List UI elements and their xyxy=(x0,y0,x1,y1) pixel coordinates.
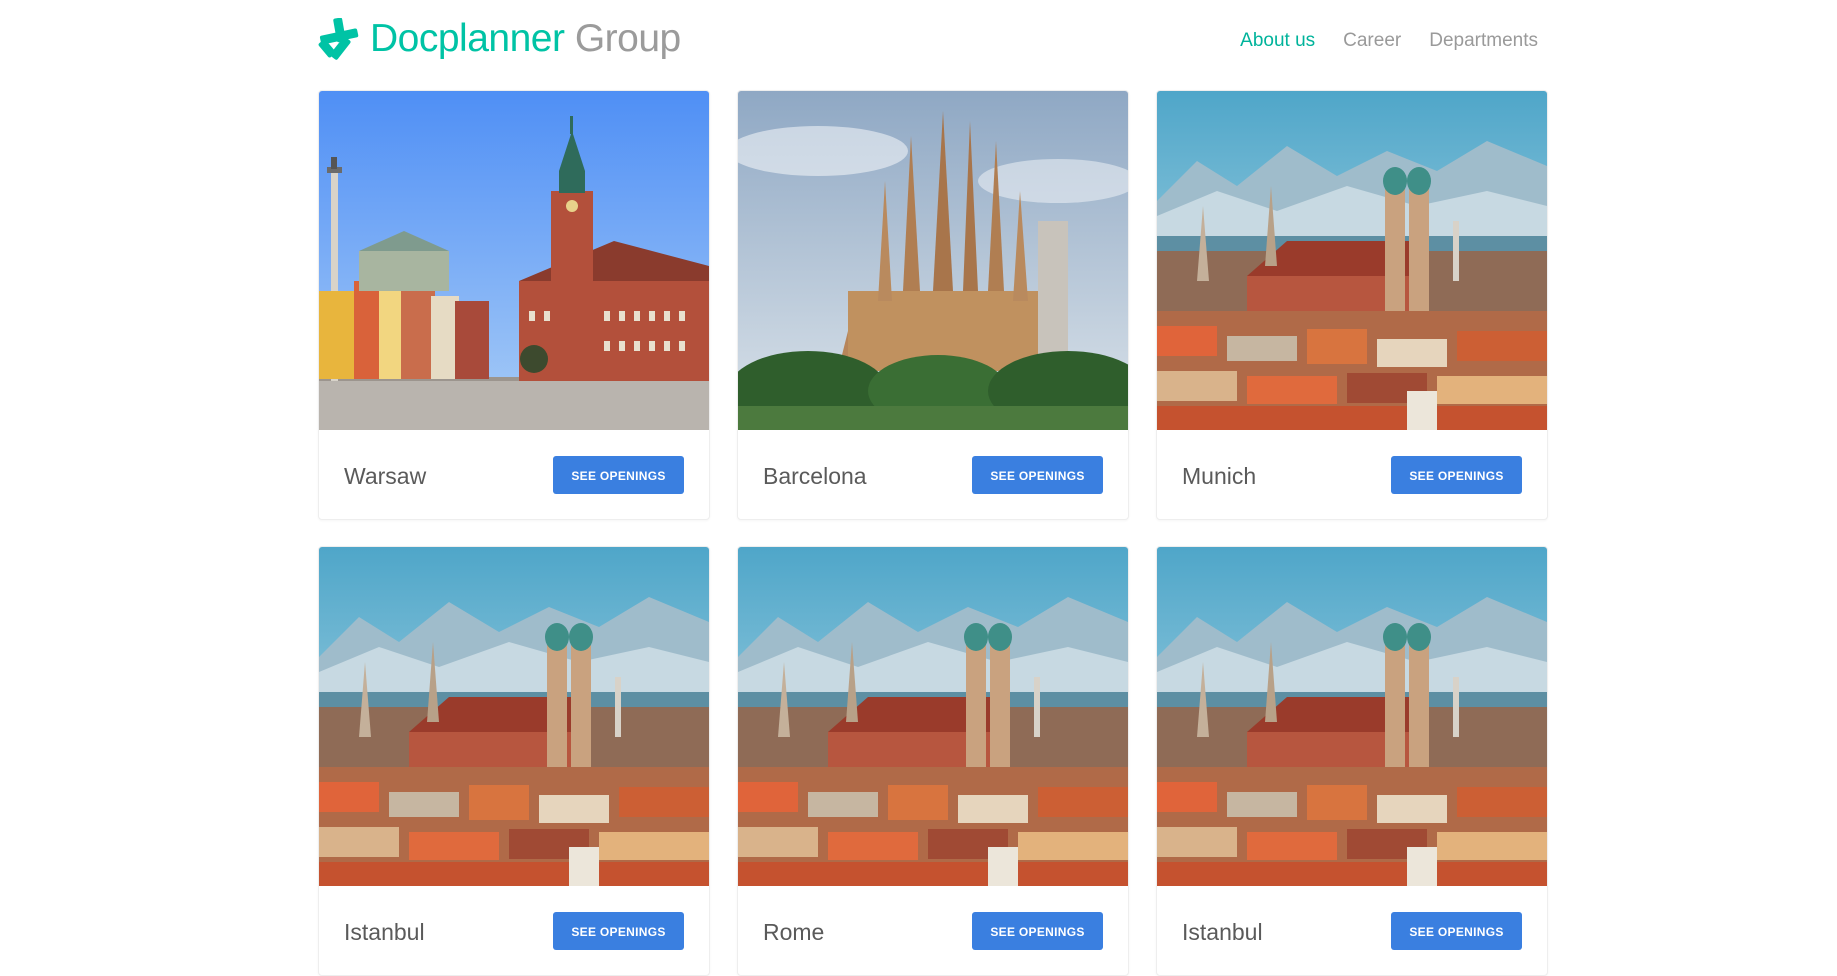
see-openings-button[interactable]: SEE OPENINGS xyxy=(972,912,1103,950)
page: Docplanner Group About us Career Departm… xyxy=(318,0,1548,976)
office-card-rome: Rome SEE OPENINGS xyxy=(737,546,1129,976)
office-city-name: Warsaw xyxy=(344,463,427,489)
office-photo-barcelona xyxy=(738,91,1128,430)
logo-word-group: Group xyxy=(574,17,681,60)
office-photo-munich xyxy=(1157,91,1547,430)
office-photo-istanbul xyxy=(319,547,709,886)
office-photo-warsaw xyxy=(319,91,709,430)
office-card-istanbul: Istanbul SEE OPENINGS xyxy=(318,546,710,976)
office-city-name: Barcelona xyxy=(763,463,867,489)
see-openings-button[interactable]: SEE OPENINGS xyxy=(1391,456,1522,494)
office-card-barcelona: Barcelona SEE OPENINGS xyxy=(737,90,1129,520)
see-openings-button[interactable]: SEE OPENINGS xyxy=(553,912,684,950)
see-openings-button[interactable]: SEE OPENINGS xyxy=(553,456,684,494)
office-card-warsaw: Warsaw SEE OPENINGS xyxy=(318,90,710,520)
office-card-istanbul-2: Istanbul SEE OPENINGS xyxy=(1156,546,1548,976)
office-city-name: Istanbul xyxy=(344,919,425,945)
site-header: Docplanner Group About us Career Departm… xyxy=(318,0,1546,80)
nav-career[interactable]: Career xyxy=(1343,28,1401,54)
docplanner-star-icon xyxy=(318,18,360,60)
see-openings-button[interactable]: SEE OPENINGS xyxy=(1391,912,1522,950)
office-city-name: Munich xyxy=(1182,463,1257,489)
office-city-name: Rome xyxy=(763,919,825,945)
main-nav: About us Career Departments xyxy=(1212,28,1538,54)
nav-departments[interactable]: Departments xyxy=(1429,28,1538,54)
office-photo-rome xyxy=(738,547,1128,886)
office-city-name: Istanbul xyxy=(1182,919,1263,945)
office-card-munich: Munich SEE OPENINGS xyxy=(1156,90,1548,520)
office-photo-istanbul-2 xyxy=(1157,547,1547,886)
logo[interactable]: Docplanner Group xyxy=(318,17,681,61)
see-openings-button[interactable]: SEE OPENINGS xyxy=(972,456,1103,494)
nav-about-us[interactable]: About us xyxy=(1240,28,1315,54)
logo-word-docplanner: Docplanner xyxy=(370,17,565,60)
